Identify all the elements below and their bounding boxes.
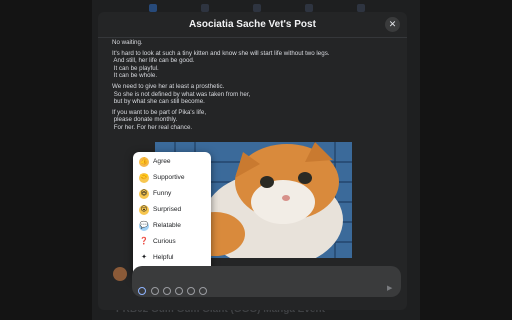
post-text-line: For her. For her real chance. <box>112 123 193 131</box>
surprised-face-icon: 😮 <box>139 205 149 215</box>
sticker-icon[interactable] <box>199 287 207 295</box>
avatar-sticker-icon[interactable] <box>151 287 159 295</box>
modal-title: Asociatia Sache Vet's Post <box>189 19 316 30</box>
emoji-icon[interactable] <box>163 287 171 295</box>
post-text-line: So she is not defined by what was taken … <box>112 90 251 98</box>
reaction-option-agree[interactable]: 👍 Agree <box>139 155 207 169</box>
post-text-line: And still, her life can be good. <box>112 57 195 65</box>
post-body: No waiting. It's hard to look at such a t… <box>112 39 392 131</box>
reaction-label: Surprised <box>153 206 182 213</box>
heart-hands-icon: 🤝 <box>139 173 149 183</box>
reaction-label: Supportive <box>153 174 185 181</box>
reaction-label: Curious <box>153 238 176 245</box>
post-text-line: but by what she can still become. <box>112 97 205 105</box>
gaming-icon <box>357 4 365 12</box>
gif-icon[interactable] <box>187 287 195 295</box>
modal-header: Asociatia Sache Vet's Post ✕ <box>98 12 407 38</box>
reaction-option-funny[interactable]: 😆 Funny <box>139 187 207 201</box>
laughing-face-icon: 😆 <box>139 189 149 199</box>
post-text-line: If you want to be part of Pika's life, <box>112 108 207 116</box>
reaction-label: Relatable <box>153 222 181 229</box>
camera-icon[interactable] <box>175 287 183 295</box>
reaction-picker-icon[interactable] <box>138 287 146 295</box>
video-icon <box>201 4 209 12</box>
post-text-line: No waiting. <box>112 39 143 46</box>
sparkle-icon: ✦ <box>139 253 149 263</box>
groups-icon <box>305 4 313 12</box>
avatar <box>113 267 127 281</box>
reaction-option-surprised[interactable]: 😮 Surprised <box>139 203 207 217</box>
close-button[interactable]: ✕ <box>385 17 400 32</box>
reaction-option-helpful[interactable]: ✦ Helpful <box>139 251 207 265</box>
post-text-line: It's hard to look at such a tiny kitten … <box>112 49 330 57</box>
question-mark-icon: ❓ <box>139 237 149 247</box>
comment-input[interactable] <box>132 266 401 297</box>
post-text-line: please donate monthly. <box>112 116 178 124</box>
reaction-option-curious[interactable]: ❓ Curious <box>139 235 207 249</box>
post-text-line: It can be whole. <box>112 72 158 80</box>
reaction-label: Helpful <box>153 254 174 261</box>
post-text-line: We need to give her at least a prostheti… <box>112 83 225 91</box>
speech-bubble-icon: 💬 <box>139 221 149 231</box>
thumbs-up-icon: 👍 <box>139 157 149 167</box>
reaction-option-relatable[interactable]: 💬 Relatable <box>139 219 207 233</box>
home-icon <box>149 4 157 12</box>
marketplace-icon <box>253 4 261 12</box>
reaction-label: Funny <box>153 190 172 197</box>
send-icon[interactable]: ▶ <box>387 285 394 292</box>
post-text-line: It can be playful. <box>112 64 159 72</box>
reaction-label: Agree <box>153 158 171 165</box>
reactions-menu: 49/50 free replies left 👍Agree🤝Supportiv… <box>133 152 211 279</box>
reaction-option-supportive[interactable]: 🤝 Supportive <box>139 171 207 185</box>
